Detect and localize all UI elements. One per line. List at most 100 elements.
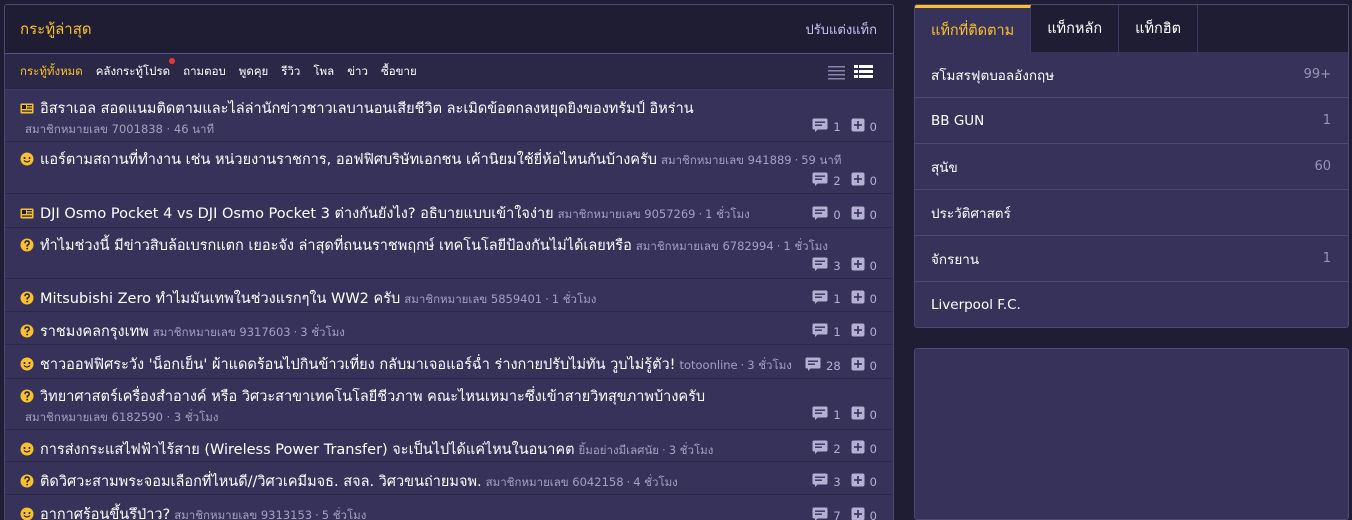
tab-review[interactable]: รีวิว <box>281 63 300 81</box>
topic-row[interactable]: Mitsubishi Zero ทำไมมันเทพในช่วงแรกๆใน W… <box>5 279 893 312</box>
topic-row[interactable]: DJI Osmo Pocket 4 vs DJI Osmo Pocket 3 ต… <box>5 194 893 228</box>
vote-count: 0 <box>851 440 877 457</box>
comment-icon <box>812 118 833 135</box>
topic-author[interactable]: สมาชิกหมายเลข 9313153 <box>174 508 312 520</box>
plus-icon <box>851 406 870 423</box>
topic-meta: สมาชิกหมายเลข 6182590 · 3 ชั่วโมง <box>25 410 219 424</box>
sidebar-box <box>914 348 1349 520</box>
topic-time: 3 ชั่วโมง <box>747 358 792 372</box>
comment-count: 0 <box>812 206 841 223</box>
question-icon <box>20 290 34 305</box>
topic-time: 3 ชั่วโมง <box>668 443 714 457</box>
comment-count: 1 <box>812 406 841 423</box>
comment-icon <box>812 257 833 274</box>
topic-row[interactable]: ราชมงคลกรุงเทพ สมาชิกหมายเลข 9317603 · 3 ชั… <box>5 312 893 345</box>
topic-title[interactable]: อากาศร้อนขึ้นรึป่าว? <box>40 503 170 520</box>
topic-row[interactable]: ทำไมช่วงนี้ มีข่าวสิบล้อเบรกแตก เยอะจัง … <box>5 228 893 279</box>
topic-row[interactable]: วิทยาศาสตร์เครื่องสำอางค์ หรือ วิศวะสาขา… <box>5 379 893 430</box>
topic-tabs: กระทู้ทั้งหมด คลังกระทู้โปรด ถามตอบ พูดค… <box>5 54 893 90</box>
tag-name: สุนัข <box>931 159 958 176</box>
tag-row[interactable]: จักรยาน 1 <box>915 236 1348 282</box>
chat-icon <box>20 356 34 371</box>
tab-chat[interactable]: พูดคุย <box>239 63 268 81</box>
vote-count: 0 <box>851 172 877 189</box>
comment-count: 3 <box>812 473 841 490</box>
comment-icon <box>812 206 833 223</box>
topic-author[interactable]: ยิ้มอย่างมีเลศนัย <box>579 443 660 457</box>
comment-icon <box>812 473 833 490</box>
tag-row[interactable]: สโมสรฟุตบอลอังกฤษ 99+ <box>915 52 1348 98</box>
topic-meta: สมาชิกหมายเลข 941889 · 59 นาที <box>661 153 842 167</box>
topic-title[interactable]: วิทยาศาสตร์เครื่องสำอางค์ หรือ วิศวะสาขา… <box>40 385 705 408</box>
topic-stats: 20 <box>806 440 877 457</box>
detailed-list-icon[interactable] <box>854 64 873 80</box>
topic-author[interactable]: สมาชิกหมายเลข 5859401 <box>404 292 542 306</box>
compact-list-icon[interactable] <box>827 64 846 80</box>
plus-icon <box>851 206 870 223</box>
topic-author[interactable]: สมาชิกหมายเลข 6182590 <box>25 410 163 424</box>
topic-title[interactable]: แอร์ตามสถานที่ทำงาน เช่น หน่วยงานราชการ,… <box>40 148 657 171</box>
vote-count: 0 <box>851 118 877 135</box>
tab-trade[interactable]: ซื้อขาย <box>381 63 417 81</box>
topic-author[interactable]: สมาชิกหมายเลข 7001838 <box>25 122 163 136</box>
tag-row[interactable]: ประวัติศาสตร์ <box>915 190 1348 236</box>
tag-row[interactable]: Liverpool F.C. <box>915 282 1348 327</box>
topic-author[interactable]: สมาชิกหมายเลข 9057269 <box>558 207 696 221</box>
tab-followed-tags[interactable]: แท็กที่ติดตาม <box>915 5 1032 52</box>
tab-favorites[interactable]: คลังกระทู้โปรด <box>96 57 176 81</box>
topic-author[interactable]: สมาชิกหมายเลข 6042158 <box>486 475 624 489</box>
question-icon <box>20 323 34 338</box>
plus-icon <box>851 440 870 457</box>
topic-stats: 28 0 <box>799 357 877 374</box>
topic-stats: 10 <box>806 406 877 423</box>
vote-count: 0 <box>851 257 877 274</box>
tags-panel: แท็กที่ติดตาม แท็กหลัก แท็กฮิต สโมสรฟุตบ… <box>914 4 1349 328</box>
topic-title[interactable]: ชาวออฟฟิศระวัง 'น็อกเย็น' ผ้าแดดร้อนไปกิ… <box>40 353 675 376</box>
topic-title[interactable]: DJI Osmo Pocket 4 vs DJI Osmo Pocket 3 ต… <box>40 202 554 225</box>
topic-meta: สมาชิกหมายเลข 5859401 · 1 ชั่วโมง <box>404 292 597 306</box>
vote-count: 0 <box>851 473 877 490</box>
tab-hot-tags[interactable]: แท็กฮิต <box>1119 5 1199 52</box>
comment-icon <box>812 406 833 423</box>
tab-main-tags[interactable]: แท็กหลัก <box>1031 5 1120 52</box>
tab-all-topics[interactable]: กระทู้ทั้งหมด <box>20 63 83 81</box>
topic-title[interactable]: ติดวิศวะสามพระจอมเลือกที่ไหนดี//วิศวเคมี… <box>40 470 482 493</box>
tag-row[interactable]: สุนัข 60 <box>915 144 1348 190</box>
topic-title[interactable]: Mitsubishi Zero ทำไมมันเทพในช่วงแรกๆใน W… <box>40 287 400 310</box>
topic-author[interactable]: สมาชิกหมายเลข 6782994 <box>636 239 774 253</box>
comment-icon <box>812 323 833 340</box>
news-icon <box>20 205 34 219</box>
tag-row[interactable]: BB GUN 1 <box>915 98 1348 144</box>
topic-author[interactable]: สมาชิกหมายเลข 9317603 <box>153 325 291 339</box>
topic-row[interactable]: ติดวิศวะสามพระจอมเลือกที่ไหนดี//วิศวเคมี… <box>5 462 893 495</box>
tab-poll[interactable]: โพล <box>313 63 334 81</box>
topic-title[interactable]: ราชมงคลกรุงเทพ <box>40 320 149 343</box>
chat-icon <box>20 151 34 166</box>
vote-count: 0 <box>851 406 877 423</box>
comment-icon <box>812 507 833 520</box>
plus-icon <box>851 290 870 307</box>
topic-title[interactable]: อิสราเอล สอดแนมติดตามและไล่ล่านักข่าวชาว… <box>40 97 694 120</box>
comment-icon <box>805 357 826 374</box>
comment-count: 2 <box>812 440 841 457</box>
topic-title[interactable]: ทำไมช่วงนี้ มีข่าวสิบล้อเบรกแตก เยอะจัง … <box>40 234 632 257</box>
topic-row[interactable]: ชาวออฟฟิศระวัง 'น็อกเย็น' ผ้าแดดร้อนไปกิ… <box>5 345 893 379</box>
topic-meta: สมาชิกหมายเลข 9317603 · 3 ชั่วโมง <box>152 325 345 339</box>
topic-title[interactable]: การส่งกระแสไฟฟ้าไร้สาย (Wireless Power T… <box>40 438 575 461</box>
topic-time: 46 นาที <box>173 122 215 136</box>
topic-row[interactable]: อากาศร้อนขึ้นรึป่าว? สมาชิกหมายเลข 931315… <box>5 495 893 520</box>
tab-question[interactable]: ถามตอบ <box>183 63 226 81</box>
tab-news[interactable]: ข่าว <box>347 63 368 81</box>
customize-tags-link[interactable]: ปรับแต่งแท็ก <box>806 19 877 40</box>
topic-author[interactable]: สมาชิกหมายเลข 941889 <box>661 153 792 167</box>
notification-dot <box>169 57 176 64</box>
topic-row[interactable]: แอร์ตามสถานที่ทำงาน เช่น หน่วยงานราชการ,… <box>5 142 893 194</box>
topic-row[interactable]: การส่งกระแสไฟฟ้าไร้สาย (Wireless Power T… <box>5 430 893 462</box>
topic-author[interactable]: totoonline <box>679 358 737 372</box>
plus-icon <box>851 473 870 490</box>
topic-row[interactable]: อิสราเอล สอดแนมติดตามและไล่ล่านักข่าวชาว… <box>5 91 893 142</box>
tag-name: สโมสรฟุตบอลอังกฤษ <box>931 67 1055 84</box>
news-icon <box>20 100 34 114</box>
comment-count: 1 <box>812 290 841 307</box>
topic-time: 3 ชั่วโมง <box>173 410 219 424</box>
